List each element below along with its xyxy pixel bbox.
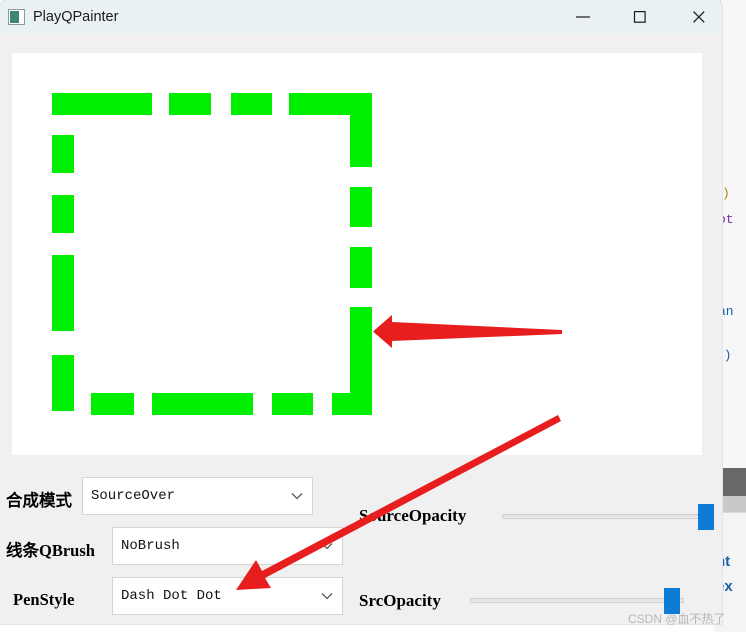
canvas-dash-left-3 <box>52 355 74 411</box>
canvas-dash-bottom-4 <box>332 393 372 415</box>
slider-track-source-opacity[interactable] <box>502 514 714 519</box>
app-icon <box>8 9 25 25</box>
canvas-dash-top-3 <box>289 93 372 115</box>
application-window: PlayQPainter 合成模式 SourceOver 线条QBrush No… <box>0 0 722 624</box>
close-icon <box>693 11 705 23</box>
minimize-button[interactable] <box>560 0 606 34</box>
canvas-dash-bottom-2 <box>152 393 253 415</box>
minimize-icon <box>576 16 590 18</box>
combo-composition-mode-value: SourceOver <box>91 488 176 504</box>
screen: ) ot an x) nt ex PlayQPainter 合成模式 Sourc… <box>0 0 746 632</box>
slider-handle-source-opacity[interactable] <box>698 504 714 530</box>
window-title: PlayQPainter <box>33 9 119 25</box>
title-bar: PlayQPainter <box>0 0 722 34</box>
watermark: CSDN @血不热了 <box>628 612 726 626</box>
canvas-dash-left-1 <box>52 195 74 233</box>
canvas-dash-left-2 <box>52 255 74 331</box>
maximize-icon <box>633 11 646 23</box>
canvas-dash-bottom-3 <box>272 393 313 415</box>
combo-line-qbrush-value: NoBrush <box>121 538 180 554</box>
chevron-down-icon <box>321 587 333 605</box>
chevron-down-icon <box>321 537 333 555</box>
canvas-dash-bottom-1 <box>91 393 134 415</box>
combo-line-qbrush[interactable]: NoBrush <box>112 527 343 565</box>
canvas-dash-top-0 <box>52 93 152 115</box>
canvas-dash-left-0 <box>52 135 74 173</box>
canvas-dash-top-2 <box>231 93 272 115</box>
canvas-dash-right-1 <box>350 187 372 227</box>
label-line-qbrush: 线条QBrush <box>6 541 95 560</box>
canvas-dash-right-4 <box>350 307 372 389</box>
slider-track-src-opacity[interactable] <box>470 598 684 603</box>
canvas-dash-right-2 <box>350 247 372 288</box>
combo-composition-mode[interactable]: SourceOver <box>82 477 313 515</box>
chevron-down-icon <box>291 487 303 505</box>
label-composition-mode: 合成模式 <box>6 491 72 510</box>
painter-canvas[interactable] <box>12 53 702 455</box>
label-pen-style: PenStyle <box>13 590 75 609</box>
canvas-dash-right-0 <box>350 115 372 167</box>
code-fragment-paren: ) <box>722 186 730 201</box>
close-button[interactable] <box>676 0 722 34</box>
combo-pen-style-value: Dash Dot Dot <box>121 588 222 604</box>
canvas-dash-top-1 <box>169 93 211 115</box>
maximize-button[interactable] <box>617 0 663 34</box>
combo-pen-style[interactable]: Dash Dot Dot <box>112 577 343 615</box>
label-source-opacity: SourceOpacity <box>359 506 467 525</box>
label-src-opacity: SrcOpacity <box>359 591 441 610</box>
